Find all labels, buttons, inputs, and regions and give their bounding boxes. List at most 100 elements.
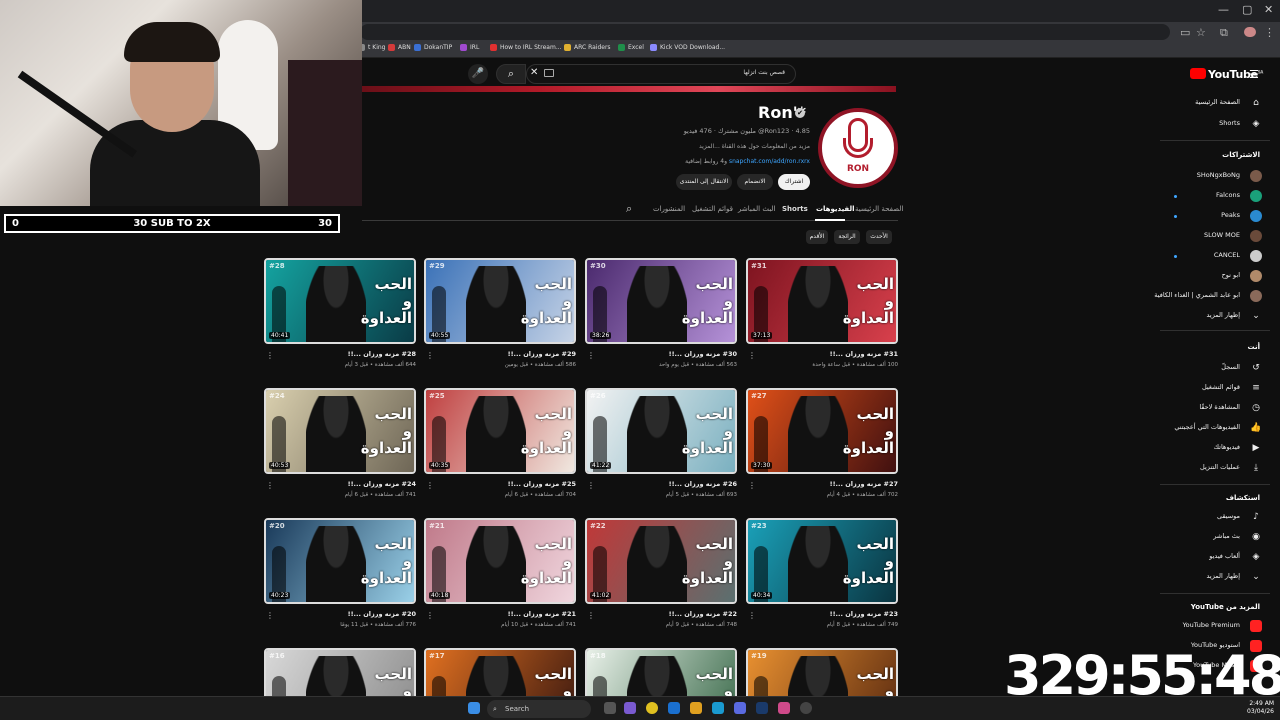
obs-icon[interactable] <box>800 702 812 714</box>
search-button[interactable]: ⌕ <box>496 64 526 84</box>
channel-links[interactable]: snapchat.com/add/ron.rxrx و4 روابط إضافي… <box>600 158 810 165</box>
sidebar-more-item[interactable]: YouTube Premium <box>1160 619 1270 633</box>
address-field[interactable] <box>360 24 1170 40</box>
video-thumbnail[interactable]: الحب و العداوة #23 40:34 <box>746 518 898 604</box>
puzzle-icon[interactable]: ⧉ <box>1220 26 1228 40</box>
sidebar-you-item[interactable]: عمليات التنزيل ⤓ <box>1160 461 1270 475</box>
explorer-icon[interactable] <box>690 702 702 714</box>
channel-avatar[interactable]: RON <box>818 108 898 188</box>
bookmark-star-icon[interactable]: ☆ <box>1196 26 1206 39</box>
video-thumbnail[interactable]: الحب و العداوة #25 40:35 <box>424 388 576 474</box>
search-input[interactable]: قصص بنت اتزلها <box>526 64 796 84</box>
video-title[interactable]: #23 مزنه ورزان ...!! <box>746 610 898 618</box>
chip-latest[interactable]: الأحدث <box>866 230 892 244</box>
task-view-icon[interactable] <box>604 702 616 714</box>
video-thumbnail[interactable]: الحب و العداوة #26 41:22 <box>585 388 737 474</box>
sidebar-subscription[interactable]: Falcons <box>1160 189 1270 203</box>
profile-avatar[interactable] <box>1244 27 1256 37</box>
more-options-icon[interactable]: ⋮ <box>426 351 434 360</box>
video-thumbnail[interactable]: الحب و العداوة #28 40:41 <box>264 258 416 344</box>
more-options-icon[interactable]: ⋮ <box>426 611 434 620</box>
bookmark-item[interactable]: ABN <box>388 44 411 51</box>
sidebar-explore-item[interactable]: إظهار المزيد ⌄ <box>1160 570 1270 584</box>
video-title[interactable]: #25 مزنه ورزان ...!! <box>424 480 576 488</box>
video-title[interactable]: #28 مزنه ورزان ...!! <box>264 350 416 358</box>
video-card[interactable]: الحب و العداوة #21 40:18 #21 مزنه ورزان ...… <box>424 518 576 628</box>
subscriptions-header[interactable]: الاشتراكات <box>1222 151 1260 159</box>
sidebar-subscription[interactable]: ابو نوح <box>1160 269 1270 283</box>
subscribe-button[interactable]: اشتراك <box>778 174 810 190</box>
discord-icon[interactable] <box>734 702 746 714</box>
voice-search-icon[interactable]: 🎤 <box>468 64 488 84</box>
more-options-icon[interactable]: ⋮ <box>266 351 274 360</box>
video-card[interactable]: الحب و العداوة #28 40:41 #28 مزنه ورزان ...… <box>264 258 416 368</box>
more-links[interactable]: و4 روابط إضافية <box>685 158 727 165</box>
explore-header[interactable]: استكشاف <box>1226 494 1260 502</box>
sidebar-explore-item[interactable]: ألعاب فيديو ◈ <box>1160 550 1270 564</box>
video-thumbnail[interactable]: الحب و العداوة #27 37:30 <box>746 388 898 474</box>
video-card[interactable]: الحب و العداوة #25 40:35 #25 مزنه ورزان ...… <box>424 388 576 498</box>
hamburger-menu-icon[interactable]: ☰ <box>1249 68 1259 81</box>
video-title[interactable]: #27 مزنه ورزان ...!! <box>746 480 898 488</box>
sidebar-subscription[interactable]: CANCEL <box>1160 249 1270 263</box>
more-options-icon[interactable]: ⋮ <box>266 481 274 490</box>
video-thumbnail[interactable]: الحب و العداوة #29 40:55 <box>424 258 576 344</box>
video-thumbnail[interactable]: الحب و العداوة #30 38:26 <box>585 258 737 344</box>
video-card[interactable]: الحب و العداوة #20 40:23 #20 مزنه ورزان ...… <box>264 518 416 628</box>
minimize-icon[interactable]: — <box>1218 3 1229 16</box>
more-options-icon[interactable]: ⋮ <box>748 351 756 360</box>
keyboard-icon[interactable] <box>544 69 554 77</box>
more-options-icon[interactable]: ⋮ <box>587 611 595 620</box>
video-card[interactable]: الحب و العداوة #24 40:53 #24 مزنه ورزان ...… <box>264 388 416 498</box>
video-thumbnail[interactable]: الحب و العداوة #21 40:18 <box>424 518 576 604</box>
app-icon[interactable] <box>778 702 790 714</box>
more-options-icon[interactable]: ⋮ <box>426 481 434 490</box>
extension-icon[interactable]: ▭ <box>1180 26 1190 39</box>
channel-link[interactable]: snapchat.com/add/ron.rxrx <box>729 158 810 165</box>
sidebar-you-item[interactable]: السجلّ ↺ <box>1160 361 1270 375</box>
menu-icon[interactable]: ⋮ <box>1264 26 1275 39</box>
video-title[interactable]: #20 مزنه ورزان ...!! <box>264 610 416 618</box>
tab-shorts[interactable]: Shorts <box>782 205 808 213</box>
copilot-icon[interactable] <box>624 702 636 714</box>
sidebar-you-item[interactable]: المشاهدة لاحقًا ◷ <box>1160 401 1270 415</box>
more-options-icon[interactable]: ⋮ <box>587 481 595 490</box>
bookmark-item[interactable]: t King <box>358 44 385 51</box>
bookmark-item[interactable]: ARC Raiders <box>564 44 611 51</box>
maximize-icon[interactable]: ▢ <box>1242 3 1252 16</box>
sidebar-explore-item[interactable]: موسيقى ♪ <box>1160 510 1270 524</box>
sidebar-explore-item[interactable]: بث مباشر ◉ <box>1160 530 1270 544</box>
steam-icon[interactable] <box>756 702 768 714</box>
tab-videos[interactable]: الفيديوهات <box>816 205 855 213</box>
video-title[interactable]: #22 مزنه ورزان ...!! <box>585 610 737 618</box>
video-thumbnail[interactable]: الحب و العداوة #20 40:23 <box>264 518 416 604</box>
bookmark-item[interactable]: Excel <box>618 44 644 51</box>
sidebar-item-home[interactable]: الصفحة الرئيسية ⌂ <box>1160 96 1270 110</box>
chrome-icon[interactable] <box>646 702 658 714</box>
video-thumbnail[interactable]: الحب و العداوة #31 37:13 <box>746 258 898 344</box>
edge-icon[interactable] <box>712 702 724 714</box>
you-header[interactable]: أنت <box>1248 343 1260 351</box>
clear-search-icon[interactable]: ✕ <box>530 67 538 78</box>
sidebar-subscription[interactable]: Peaks <box>1160 209 1270 223</box>
system-clock[interactable]: 2:49 AM 03/04/26 <box>1244 700 1274 716</box>
tab-posts[interactable]: المنشورات <box>653 205 685 213</box>
channel-description[interactable]: مزيد من المعلومات حول هذه القناة ...المز… <box>640 143 810 150</box>
sidebar-subscription[interactable]: ابو عابد الشمري | الغداء الكافية <box>1154 289 1270 303</box>
more-options-icon[interactable]: ⋮ <box>587 351 595 360</box>
tab-playlists[interactable]: قوائم التشغيل <box>692 205 733 213</box>
more-options-icon[interactable]: ⋮ <box>266 611 274 620</box>
video-title[interactable]: #26 مزنه ورزان ...!! <box>585 480 737 488</box>
sidebar-you-item[interactable]: فيديوهاتك ▶ <box>1160 441 1270 455</box>
sidebar-subscription[interactable]: SLOW MOE <box>1160 229 1270 243</box>
sidebar-show-more[interactable]: إظهار المزيد ⌄ <box>1160 309 1270 323</box>
close-icon[interactable]: ✕ <box>1264 3 1273 16</box>
more-from-youtube-header[interactable]: المزيد من YouTube <box>1191 603 1260 611</box>
video-title[interactable]: #30 مزنه ورزان ...!! <box>585 350 737 358</box>
bookmark-item[interactable]: IRL <box>460 44 479 51</box>
video-card[interactable]: الحب و العداوة #23 40:34 #23 مزنه ورزان ...… <box>746 518 898 628</box>
taskbar-search[interactable]: ⌕ Search <box>487 700 591 718</box>
video-title[interactable]: #21 مزنه ورزان ...!! <box>424 610 576 618</box>
bookmark-item[interactable]: How to IRL Stream... <box>490 44 562 51</box>
chip-popular[interactable]: الرائجة <box>834 230 860 244</box>
